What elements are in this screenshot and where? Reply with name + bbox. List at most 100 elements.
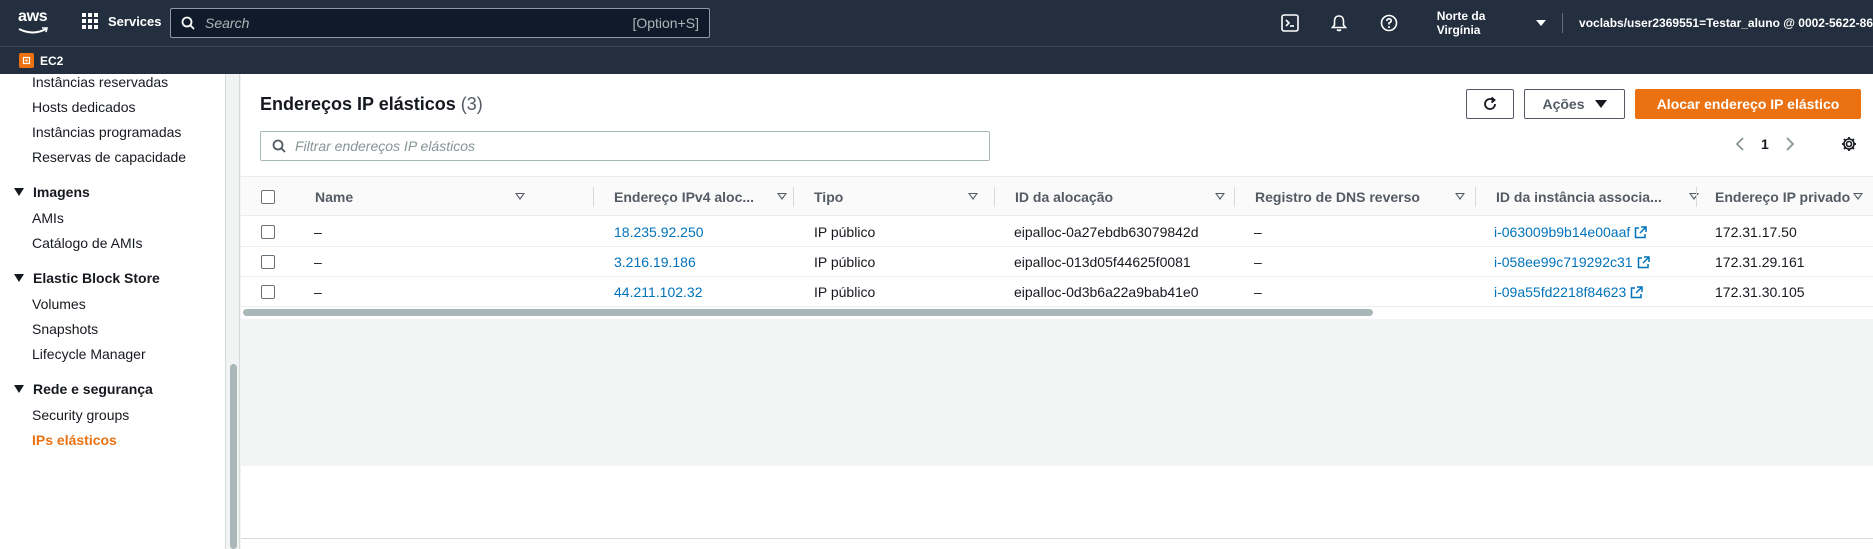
table-header: Name Endereço IPv4 aloc... Tipo ID da al… — [241, 176, 1873, 216]
chevron-right-icon[interactable] — [1785, 137, 1795, 151]
sidebar: Instâncias reservadas Hosts dedicados In… — [0, 74, 226, 549]
cell-tipo: IP público — [814, 224, 876, 240]
item-count: (3) — [460, 94, 483, 114]
column-header-ipv4[interactable]: Endereço IPv4 aloc... — [614, 177, 797, 217]
region-selector[interactable]: Norte da Virgínia — [1436, 9, 1547, 37]
sidebar-item-lifecycle-manager[interactable]: Lifecycle Manager — [32, 346, 146, 362]
column-divider[interactable] — [593, 187, 594, 207]
sidebar-section-label: Imagens — [33, 184, 90, 200]
cell-ipv4-link[interactable]: 44.211.102.32 — [614, 277, 703, 307]
sidebar-item-catalogo-de-amis[interactable]: Catálogo de AMIs — [32, 235, 143, 251]
ec2-service-icon — [19, 53, 34, 68]
search-icon — [181, 16, 195, 30]
service-link-ec2[interactable]: EC2 — [40, 54, 63, 68]
cell-instance-link[interactable]: i-063009b9b14e00aaf — [1494, 217, 1647, 247]
sidebar-section-elastic-block-store[interactable]: Elastic Block Store — [14, 270, 160, 286]
sidebar-item-hosts-dedicados[interactable]: Hosts dedicados — [32, 99, 136, 115]
column-header-name[interactable]: Name — [315, 177, 535, 217]
column-header-tipo[interactable]: Tipo — [814, 177, 988, 217]
sidebar-item-amis[interactable]: AMIs — [32, 210, 64, 226]
sidebar-item-instancias-programadas[interactable]: Instâncias programadas — [32, 124, 181, 140]
sidebar-item-volumes[interactable]: Volumes — [32, 296, 86, 312]
nav-right-group: Norte da Virgínia voclabs/user2369551=Te… — [1280, 0, 1873, 46]
region-label: Norte da Virgínia — [1436, 9, 1486, 37]
sidebar-item-snapshots[interactable]: Snapshots — [32, 321, 98, 337]
instance-id-text: i-063009b9b14e00aaf — [1494, 224, 1631, 240]
cloudshell-icon[interactable] — [1280, 13, 1300, 33]
refresh-button[interactable] — [1466, 89, 1514, 119]
cell-allocation-id: eipalloc-0a27ebdb63079842d — [1014, 224, 1199, 240]
global-search-input[interactable] — [205, 15, 633, 31]
row-checkbox[interactable] — [261, 285, 275, 299]
table-row[interactable]: – 18.235.92.250 IP público eipalloc-0a27… — [241, 217, 1873, 247]
sidebar-item-instancias-reservadas[interactable]: Instâncias reservadas — [32, 74, 168, 90]
cell-private-ip: 172.31.17.50 — [1715, 224, 1797, 240]
sidebar-scrollbar[interactable] — [227, 74, 240, 549]
cell-ipv4-link[interactable]: 18.235.92.250 — [614, 217, 704, 247]
cell-private-ip: 172.31.30.105 — [1715, 284, 1805, 300]
page-title-text: Endereços IP elásticos — [260, 94, 456, 114]
cell-reverse-dns: – — [1254, 224, 1262, 240]
cell-allocation-id: eipalloc-0d3b6a22a9bab41e0 — [1014, 284, 1199, 300]
split-panel-divider[interactable] — [241, 538, 1873, 539]
cell-ipv4-link[interactable]: 3.216.19.186 — [614, 247, 696, 277]
column-divider[interactable] — [1234, 187, 1235, 207]
column-divider[interactable] — [1475, 187, 1476, 207]
page-number[interactable]: 1 — [1761, 136, 1769, 152]
row-checkbox[interactable] — [261, 255, 275, 269]
cell-reverse-dns: – — [1254, 254, 1262, 270]
column-header-instance-id[interactable]: ID da instância associa... — [1496, 177, 1709, 217]
sidebar-section-rede-e-seguranca[interactable]: Rede e segurança — [14, 381, 153, 397]
sidebar-section-label: Rede e segurança — [33, 381, 153, 397]
cell-allocation-id: eipalloc-013d05f44625f0081 — [1014, 254, 1191, 270]
account-menu[interactable]: voclabs/user2369551=Testar_aluno @ 0002-… — [1579, 16, 1873, 30]
page-title: Endereços IP elásticos (3) — [260, 94, 483, 115]
aws-logo[interactable]: aws — [18, 8, 52, 38]
services-label: Services — [108, 13, 162, 29]
filter-input[interactable] — [295, 138, 989, 154]
actions-dropdown-button[interactable]: Ações — [1524, 89, 1625, 119]
sidebar-item-reservas-de-capacidade[interactable]: Reservas de capacidade — [32, 149, 186, 165]
scrollbar-thumb[interactable] — [243, 309, 1373, 316]
filter-box[interactable] — [260, 131, 990, 161]
table-row[interactable]: – 3.216.19.186 IP público eipalloc-013d0… — [241, 247, 1873, 277]
allocate-elastic-ip-button[interactable]: Alocar endereço IP elástico — [1635, 89, 1861, 119]
table-row[interactable]: – 44.211.102.32 IP público eipalloc-0d3b… — [241, 277, 1873, 307]
sidebar-item-security-groups[interactable]: Security groups — [32, 407, 129, 423]
column-divider[interactable] — [994, 187, 995, 207]
gear-icon[interactable] — [1841, 136, 1857, 152]
global-search[interactable]: [Option+S] — [170, 8, 710, 38]
column-header-label: Tipo — [814, 189, 844, 205]
column-header-label: ID da alocação — [1015, 189, 1114, 205]
column-header-label: ID da instância associa... — [1496, 189, 1662, 205]
cell-instance-link[interactable]: i-09a55fd2218f84623 — [1494, 277, 1644, 307]
sort-icon — [1215, 193, 1225, 200]
column-divider[interactable] — [793, 187, 794, 207]
caret-down-icon — [1536, 20, 1547, 26]
sidebar-item-ips-elasticos[interactable]: IPs elásticos — [32, 432, 117, 448]
column-header-reverse-dns[interactable]: Registro de DNS reverso — [1255, 177, 1475, 217]
cell-instance-link[interactable]: i-058ee99c719292c31 — [1494, 247, 1650, 277]
cell-private-ip: 172.31.29.161 — [1715, 254, 1805, 270]
sort-icon — [1853, 193, 1863, 200]
column-header-label: Endereço IPv4 aloc... — [614, 189, 755, 205]
services-menu-button[interactable]: Services — [82, 13, 162, 29]
sort-icon — [1455, 193, 1465, 200]
column-header-private-ip[interactable]: Endereço IP privado — [1715, 177, 1873, 217]
services-grid-icon — [82, 13, 98, 29]
chevron-left-icon[interactable] — [1735, 137, 1745, 151]
cell-tipo: IP público — [814, 284, 876, 300]
table-horizontal-scrollbar[interactable] — [241, 308, 1873, 317]
caret-down-icon — [14, 385, 24, 393]
cell-tipo: IP público — [814, 254, 876, 270]
sidebar-section-imagens[interactable]: Imagens — [14, 184, 90, 200]
scrollbar-thumb[interactable] — [230, 364, 237, 549]
notifications-bell-icon[interactable] — [1330, 13, 1350, 33]
column-header-label: Name — [315, 189, 354, 205]
help-icon[interactable] — [1379, 13, 1399, 33]
sort-icon — [777, 193, 787, 200]
column-header-allocation-id[interactable]: ID da alocação — [1015, 177, 1235, 217]
column-divider[interactable] — [1696, 187, 1697, 207]
select-all-checkbox[interactable] — [261, 190, 275, 204]
row-checkbox[interactable] — [261, 225, 275, 239]
